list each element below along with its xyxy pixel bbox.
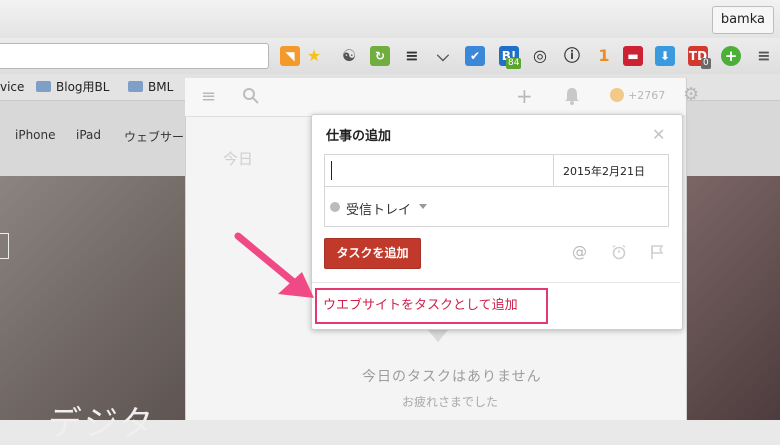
karma-score: +2767 <box>628 89 666 102</box>
menu-icon[interactable]: ≡ <box>754 46 774 66</box>
color-wheel-icon[interactable]: ◎ <box>530 46 550 66</box>
nav-iphone[interactable]: iPhone <box>15 128 56 142</box>
folder-icon <box>36 81 51 92</box>
hamburger-icon[interactable]: ≡ <box>201 86 216 107</box>
empty-state-graphic <box>428 330 448 342</box>
browser-titlebar <box>0 0 780 38</box>
popup-title: 仕事の追加 <box>326 129 392 144</box>
project-color-dot <box>330 202 340 212</box>
bookmark-vice[interactable]: vice <box>0 78 24 96</box>
add-task-icon[interactable]: + <box>516 84 533 108</box>
label-at-icon[interactable]: @ <box>572 244 588 260</box>
todoist-badge: 0 <box>701 58 711 69</box>
priority-flag-icon[interactable] <box>649 244 665 260</box>
refresh-icon[interactable]: ↻ <box>370 46 390 66</box>
check-icon[interactable]: ✔ <box>465 46 485 66</box>
karma-icon <box>610 88 624 102</box>
bookmark-label: Blog用BL <box>56 80 110 94</box>
bookmark-label: BML <box>148 80 174 94</box>
plus-circle-icon[interactable]: + <box>721 46 741 66</box>
bell-icon[interactable] <box>564 87 580 105</box>
hero-image-right <box>686 176 780 420</box>
address-bar[interactable] <box>0 43 269 69</box>
settings-gear-icon[interactable]: ⚙ <box>683 84 699 105</box>
add-task-button[interactable]: タスクを追加 <box>324 238 421 269</box>
alarm-clock-icon[interactable] <box>611 244 627 260</box>
chevron-down-icon <box>419 204 427 209</box>
project-label: 受信トレイ <box>346 203 412 218</box>
bookmark-blog-bl[interactable]: Blog用BL <box>36 78 109 96</box>
search-icon[interactable] <box>242 87 260 105</box>
mask-icon[interactable]: ▬ <box>623 46 643 66</box>
text-caret <box>331 161 332 180</box>
download-icon[interactable]: ⬇ <box>655 46 675 66</box>
folder-icon <box>128 81 143 92</box>
profile-button[interactable]: bamka <box>711 6 774 34</box>
hero-title: デジタ <box>48 404 156 444</box>
one-icon[interactable]: 1 <box>594 46 614 66</box>
empty-state-subtitle: お疲れさまでした <box>402 395 499 409</box>
annotation-arrow-icon <box>234 232 314 298</box>
info-icon[interactable]: ⓘ <box>562 46 582 66</box>
evernote-icon[interactable]: ☯ <box>339 46 359 66</box>
add-website-as-task-link[interactable]: ウエブサイトをタスクとして追加 <box>315 288 548 324</box>
star-icon[interactable]: ★ <box>304 46 324 66</box>
nav-ipad[interactable]: iPad <box>76 128 101 142</box>
today-heading: 今日 <box>223 150 254 168</box>
pocket-icon[interactable]: ⌵ <box>433 46 453 66</box>
task-name-input[interactable] <box>324 154 554 187</box>
karma-value: 2767 <box>637 89 666 102</box>
buffer-icon[interactable]: ≡ <box>402 46 422 66</box>
hero-frame <box>0 233 9 259</box>
popup-divider <box>312 282 680 283</box>
close-icon[interactable]: ✕ <box>652 125 665 144</box>
hatena-badge: 84 <box>506 58 522 69</box>
empty-state-title: 今日のタスクはありません <box>362 369 542 385</box>
rss-icon[interactable]: ◥ <box>280 46 300 66</box>
bookmark-bml[interactable]: BML <box>128 78 173 96</box>
hero-image <box>0 176 185 420</box>
due-date-field[interactable]: 2015年2月21日 <box>554 154 669 187</box>
